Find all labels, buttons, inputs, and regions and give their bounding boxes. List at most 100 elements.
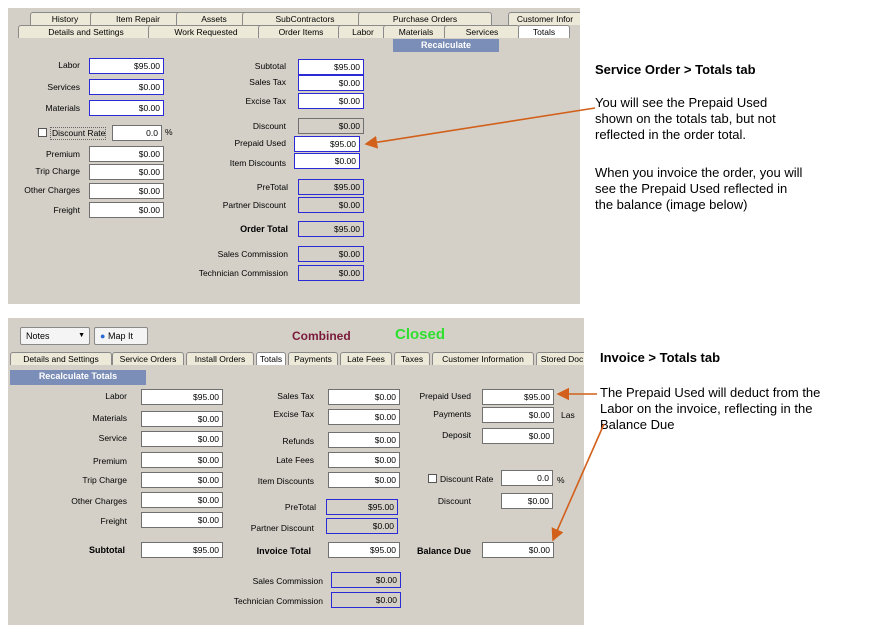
subtotal-label: Subtotal (89, 545, 125, 555)
item-discounts-field[interactable]: $0.00 (294, 153, 360, 169)
invoice-total-label: Invoice Total (256, 546, 311, 556)
globe-icon: ● (100, 331, 106, 341)
trip-charge-label: Trip Charge (35, 166, 80, 176)
services-field[interactable]: $0.00 (89, 79, 164, 95)
deposit-field[interactable]: $0.00 (482, 428, 554, 444)
partner-discount-field: $0.00 (298, 197, 364, 213)
percent-label: % (557, 475, 565, 485)
note-line: The Prepaid Used will deduct from the (600, 385, 821, 400)
pretotal-label: PreTotal (256, 182, 288, 192)
recalculate-totals-button[interactable]: Recalculate Totals (10, 370, 146, 385)
tab-details-and-settings[interactable]: Details and Settings (18, 25, 154, 38)
excise-tax-field[interactable]: $0.00 (328, 409, 400, 425)
tab-customer-information[interactable]: Customer Infor (508, 12, 580, 25)
tab-subcontractors[interactable]: SubContractors (242, 12, 368, 25)
item-discounts-field[interactable]: $0.00 (328, 472, 400, 488)
balance-due-label: Balance Due (416, 546, 471, 556)
subtotal-label: Subtotal (254, 61, 286, 71)
discount-rate-field[interactable]: 0.0 (112, 125, 162, 141)
sales-commission-field: $0.00 (331, 572, 401, 588)
discount-field[interactable]: $0.00 (298, 118, 364, 134)
payments-field[interactable]: $0.00 (482, 407, 554, 423)
service-label: Service (98, 433, 127, 443)
map-it-button[interactable]: ● Map It (94, 327, 148, 345)
note-line: the balance (image below) (595, 197, 748, 212)
note-line: You will see the Prepaid Used (595, 95, 768, 110)
other-charges-label: Other Charges (71, 496, 127, 506)
prepaid-used-field[interactable]: $95.00 (294, 136, 360, 152)
invoice-totals-panel: Notes ▼ ● Map It Combined Closed Details… (8, 318, 584, 625)
sales-tax-label: Sales Tax (277, 391, 314, 401)
order-total-label: Order Total (240, 224, 288, 234)
pretotal-label: PreTotal (284, 502, 316, 512)
tab-assets[interactable]: Assets (176, 12, 252, 25)
tab-taxes[interactable]: Taxes (394, 352, 430, 365)
note-line: see the Prepaid Used reflected in (595, 181, 788, 196)
tab-details-and-settings[interactable]: Details and Settings (10, 352, 112, 365)
tab-purchase-orders[interactable]: Purchase Orders (358, 12, 492, 25)
tab-service-orders[interactable]: Service Orders (112, 352, 184, 365)
tab-late-fees[interactable]: Late Fees (340, 352, 392, 365)
subtotal-field[interactable]: $95.00 (298, 59, 364, 75)
discount-rate-label: Discount Rate (50, 127, 106, 140)
payments-label: Payments (433, 409, 471, 419)
materials-label: Materials (45, 103, 80, 113)
notes-dropdown[interactable]: Notes ▼ (20, 327, 90, 345)
tab-item-repair[interactable]: Item Repair (90, 12, 186, 25)
discount-rate-checkbox[interactable] (428, 474, 437, 483)
discount-field[interactable]: $0.00 (501, 493, 553, 509)
materials-field[interactable]: $0.00 (89, 100, 164, 116)
tab-work-requested[interactable]: Work Requested (148, 25, 264, 38)
technician-commission-field: $0.00 (298, 265, 364, 281)
technician-commission-label: Technician Commission (198, 268, 288, 278)
tab-order-items[interactable]: Order Items (258, 25, 344, 38)
note-line: reflected in the order total. (595, 127, 747, 142)
pretotal-field: $95.00 (298, 179, 364, 195)
tab-install-orders[interactable]: Install Orders (186, 352, 254, 365)
chevron-down-icon: ▼ (78, 332, 85, 339)
freight-field[interactable]: $0.00 (89, 202, 164, 218)
premium-label: Premium (92, 456, 127, 466)
trip-charge-label: Trip Charge (82, 475, 127, 485)
labor-field[interactable]: $95.00 (89, 58, 164, 74)
excise-tax-label: Excise Tax (245, 96, 286, 106)
tab-stored-documents[interactable]: Stored Doc (536, 352, 584, 365)
sales-tax-field[interactable]: $0.00 (298, 75, 364, 91)
discount-rate-checkbox[interactable] (38, 128, 47, 137)
tab-labor[interactable]: Labor (338, 25, 388, 38)
tab-payments[interactable]: Payments (288, 352, 338, 365)
tab-materials[interactable]: Materials (383, 25, 449, 38)
premium-field[interactable]: $0.00 (89, 146, 164, 162)
sales-commission-field: $0.00 (298, 246, 364, 262)
technician-commission-label: Technician Commission (233, 596, 323, 606)
bottom-note-paragraph: The Prepaid Used will deduct from the La… (600, 385, 820, 433)
tab-totals[interactable]: Totals (256, 352, 286, 365)
tab-row-back: History Item Repair Assets SubContractor… (8, 12, 580, 25)
note-line: Labor on the invoice, reflecting in the (600, 401, 813, 416)
tab-row-front: Details and Settings Work Requested Orde… (8, 25, 580, 38)
tab-services[interactable]: Services (444, 25, 520, 38)
clipped-label: Las (561, 410, 575, 420)
note-line: shown on the totals tab, but not (595, 111, 776, 126)
prepaid-used-field[interactable]: $95.00 (482, 389, 554, 405)
tab-totals[interactable]: Totals (518, 25, 570, 38)
refunds-field[interactable]: $0.00 (328, 432, 400, 448)
discount-rate-label: Discount Rate (440, 474, 494, 484)
discount-rate-field[interactable]: 0.0 (501, 470, 553, 486)
other-charges-field[interactable]: $0.00 (89, 183, 164, 199)
balance-due-field[interactable]: $0.00 (482, 542, 554, 558)
trip-charge-field[interactable]: $0.00 (89, 164, 164, 180)
other-charges-label: Other Charges (24, 185, 80, 195)
excise-tax-field[interactable]: $0.00 (298, 93, 364, 109)
invoice-total-field[interactable]: $95.00 (328, 542, 400, 558)
invoice-tab-row: Details and Settings Service Orders Inst… (8, 352, 584, 365)
recalculate-button[interactable]: Recalculate (393, 39, 499, 52)
late-fees-field[interactable]: $0.00 (328, 452, 400, 468)
note-line: When you invoice the order, you will (595, 165, 803, 180)
materials-label: Materials (92, 413, 127, 423)
technician-commission-field: $0.00 (331, 592, 401, 608)
partner-discount-field: $0.00 (326, 518, 398, 534)
tab-customer-information[interactable]: Customer Information (432, 352, 534, 365)
freight-label: Freight (53, 205, 80, 215)
sales-tax-field[interactable]: $0.00 (328, 389, 400, 405)
